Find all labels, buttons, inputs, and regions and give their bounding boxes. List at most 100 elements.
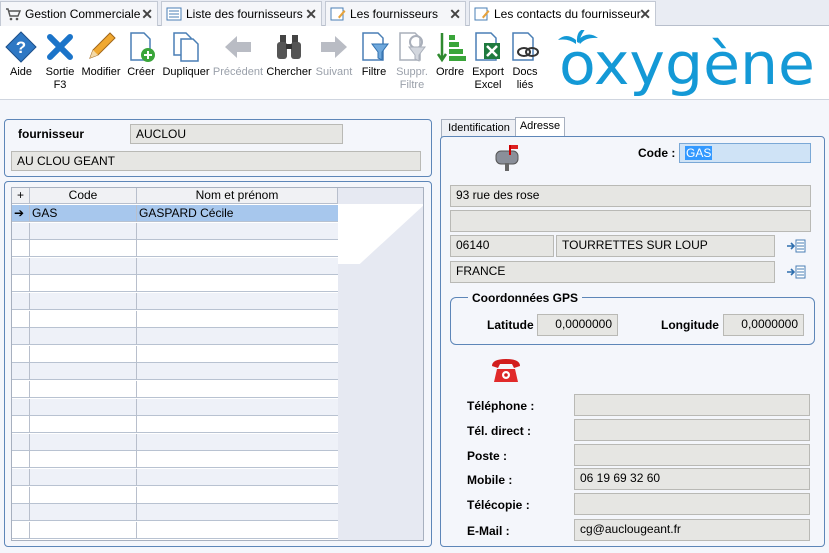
telephone-field[interactable]: [574, 394, 810, 416]
dupliquer-button[interactable]: Dupliquer: [162, 30, 210, 79]
tel-direct-field[interactable]: [574, 419, 810, 441]
duplicate-icon: [173, 32, 199, 62]
table-row[interactable]: [12, 381, 338, 398]
code-label: Code :: [638, 146, 676, 160]
poste-label: Poste :: [467, 449, 508, 463]
table-row[interactable]: [12, 240, 338, 258]
close-icon[interactable]: ✕: [449, 6, 461, 23]
table-row[interactable]: [12, 416, 338, 434]
table-row[interactable]: [12, 293, 338, 310]
table-row[interactable]: [12, 451, 338, 469]
country-field[interactable]: FRANCE: [450, 261, 775, 283]
column-header-name[interactable]: Nom et prénom: [137, 188, 338, 204]
city-field[interactable]: TOURRETTES SUR LOUP: [556, 235, 775, 257]
filtre-button[interactable]: Filtre: [358, 30, 390, 79]
cell-name: [137, 363, 338, 380]
tab-label: Liste des fournisseurs: [186, 7, 303, 21]
tab-adresse[interactable]: Adresse: [515, 117, 565, 137]
postal-code-field[interactable]: 06140: [450, 235, 554, 257]
row-indicator: [12, 222, 30, 240]
filter-icon: [362, 32, 389, 61]
suivant-button[interactable]: Suivant: [314, 30, 354, 79]
address-line1-field[interactable]: 93 rue des rose: [450, 185, 811, 207]
tab-label: Les contacts du fournisseur: [494, 7, 641, 21]
docs-label-2: liés: [516, 79, 534, 91]
city-lookup-icon[interactable]: [786, 238, 806, 254]
add-column-icon[interactable]: +: [12, 188, 30, 204]
sortie-label: Sortie: [45, 66, 75, 78]
tab-liste-fournisseurs[interactable]: Liste des fournisseurs ✕: [161, 1, 322, 26]
cell-name: [137, 293, 338, 310]
remove-filter-icon: [399, 32, 426, 62]
table-row[interactable]: [12, 310, 338, 328]
table-row[interactable]: [12, 433, 338, 451]
email-field[interactable]: cg@auclougeant.fr: [574, 519, 810, 541]
code-field[interactable]: GAS: [679, 143, 811, 163]
latitude-field[interactable]: 0,0000000: [537, 314, 618, 336]
tab-identification[interactable]: Identification: [441, 119, 517, 137]
cell-name: [137, 469, 338, 486]
contacts-grid[interactable]: + Code Nom et prénom ➔ GAS GASPARD Cécile: [11, 187, 424, 541]
table-row[interactable]: [12, 363, 338, 381]
close-icon[interactable]: ✕: [141, 6, 153, 23]
sortie-button[interactable]: Sortie F3: [42, 30, 78, 92]
row-indicator: [12, 416, 30, 434]
table-row[interactable]: [12, 469, 338, 486]
column-header-code[interactable]: Code: [30, 188, 137, 204]
chercher-button[interactable]: Chercher: [266, 30, 312, 79]
tab-les-fournisseurs[interactable]: Les fournisseurs ✕: [325, 1, 466, 26]
creer-button[interactable]: Créer: [124, 30, 158, 79]
table-row[interactable]: [12, 398, 338, 416]
export-label-1: Export: [472, 66, 504, 78]
longitude-label: Longitude: [661, 318, 719, 332]
country-lookup-icon[interactable]: [786, 264, 806, 280]
row-indicator: ➔: [12, 205, 30, 222]
modifier-button[interactable]: Modifier: [80, 30, 122, 79]
table-row[interactable]: [12, 275, 338, 293]
table-row[interactable]: [12, 328, 338, 346]
svg-text:?: ?: [16, 38, 26, 57]
cell-name: [137, 399, 338, 416]
longitude-field[interactable]: 0,0000000: [723, 314, 804, 336]
table-row[interactable]: [12, 486, 338, 504]
row-indicator: [12, 310, 30, 328]
ordre-button[interactable]: Ordre: [434, 30, 466, 79]
cell-code: [30, 345, 137, 363]
fournisseur-code-field[interactable]: AUCLOU: [130, 124, 343, 144]
table-row[interactable]: ➔ GAS GASPARD Cécile: [12, 205, 338, 222]
excel-icon: [475, 32, 500, 61]
fournisseur-name-field[interactable]: AU CLOU GEANT: [11, 151, 421, 171]
cell-name: [137, 275, 338, 292]
mobile-field[interactable]: 06 19 69 32 60: [574, 468, 810, 490]
close-icon[interactable]: ✕: [639, 6, 651, 23]
poste-field[interactable]: [574, 444, 810, 466]
table-row[interactable]: [12, 222, 338, 240]
chercher-label: Chercher: [266, 66, 312, 78]
row-indicator: [12, 521, 30, 539]
cell-code: [30, 416, 137, 434]
row-indicator: [12, 486, 30, 504]
table-row[interactable]: [12, 521, 338, 539]
suppr-filtre-button[interactable]: Suppr. Filtre: [394, 30, 430, 92]
table-row[interactable]: [12, 504, 338, 522]
cell-name: [137, 451, 338, 468]
arrow-left-icon: [225, 36, 251, 58]
docs-lies-button[interactable]: Docs liés: [508, 30, 542, 92]
new-document-icon: [130, 32, 155, 62]
tab-gestion-commerciale[interactable]: Gestion Commerciale ✕: [0, 1, 158, 26]
export-excel-button[interactable]: Export Excel: [470, 30, 506, 92]
address-line2-field[interactable]: [450, 210, 811, 232]
table-row[interactable]: [12, 257, 338, 275]
telecopie-field[interactable]: [574, 493, 810, 515]
precedent-button[interactable]: Précédent: [212, 30, 264, 79]
cell-name: [137, 346, 338, 363]
tab-contacts-fournisseur[interactable]: Les contacts du fournisseur ✕: [469, 1, 656, 26]
table-row[interactable]: [12, 345, 338, 363]
filtre-label: Filtre: [361, 66, 387, 78]
cell-code: [30, 381, 137, 398]
edit-form-icon: [474, 7, 490, 21]
close-icon[interactable]: ✕: [305, 6, 317, 23]
fournisseur-panel: fournisseur AUCLOU AU CLOU GEANT: [4, 119, 432, 177]
aide-button[interactable]: ? Aide: [4, 30, 38, 79]
suppr-filtre-label-2: Filtre: [399, 79, 425, 91]
